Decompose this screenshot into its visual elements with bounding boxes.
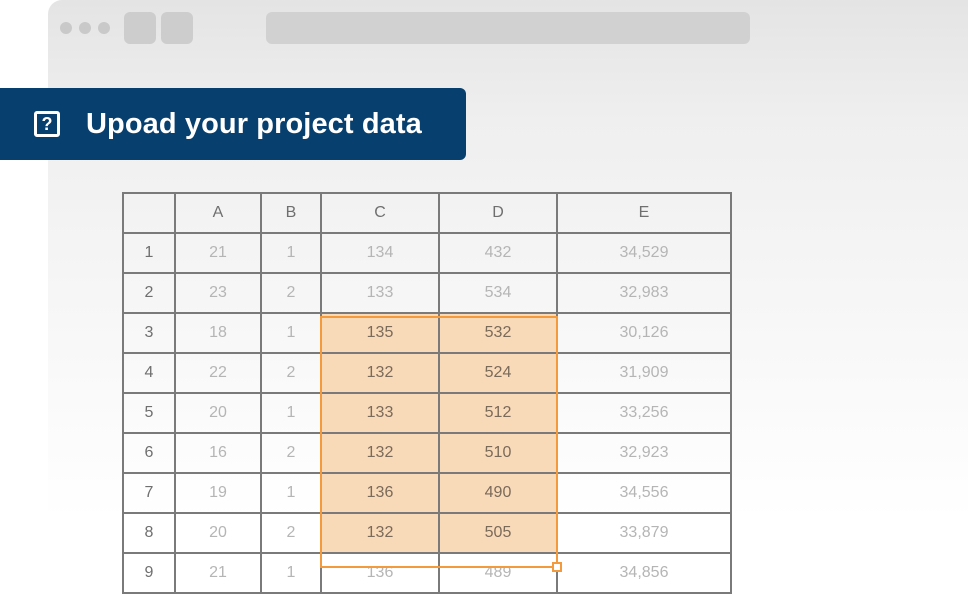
cell[interactable]: 31,909	[556, 352, 732, 394]
table-row: 9 21 1 136 489 34,856	[122, 552, 732, 594]
cell[interactable]: 19	[174, 472, 262, 514]
cell[interactable]: 23	[174, 272, 262, 314]
row-number[interactable]: 8	[122, 512, 176, 554]
window-dot[interactable]	[98, 22, 110, 34]
cell[interactable]: 18	[174, 312, 262, 354]
cell[interactable]: 1	[260, 312, 322, 354]
corner-cell[interactable]	[122, 192, 176, 234]
table-row: 7 19 1 136 490 34,556	[122, 472, 732, 514]
row-number[interactable]: 1	[122, 232, 176, 274]
cell[interactable]: 2	[260, 272, 322, 314]
table-row: 2 23 2 133 534 32,983	[122, 272, 732, 314]
cell[interactable]: 22	[174, 352, 262, 394]
cell[interactable]: 489	[438, 552, 558, 594]
row-number[interactable]: 7	[122, 472, 176, 514]
window-dot[interactable]	[60, 22, 72, 34]
table-row: 4 22 2 132 524 31,909	[122, 352, 732, 394]
cell[interactable]: 1	[260, 232, 322, 274]
table-row: 5 20 1 133 512 33,256	[122, 392, 732, 434]
column-header-b[interactable]: B	[260, 192, 322, 234]
selected-cell[interactable]: 532	[438, 312, 558, 354]
selected-cell[interactable]: 132	[320, 352, 440, 394]
selected-cell[interactable]: 132	[320, 432, 440, 474]
upload-banner: ? Upoad your project data	[0, 88, 466, 160]
row-number[interactable]: 6	[122, 432, 176, 474]
question-mark-icon[interactable]: ?	[34, 111, 60, 137]
cell[interactable]: 133	[320, 272, 440, 314]
column-header-d[interactable]: D	[438, 192, 558, 234]
row-number[interactable]: 2	[122, 272, 176, 314]
selected-cell[interactable]: 135	[320, 312, 440, 354]
table-row: 1 21 1 134 432 34,529	[122, 232, 732, 274]
column-header-c[interactable]: C	[320, 192, 440, 234]
cell[interactable]: 20	[174, 512, 262, 554]
cell[interactable]: 2	[260, 432, 322, 474]
cell[interactable]: 32,983	[556, 272, 732, 314]
selected-cell[interactable]: 133	[320, 392, 440, 434]
selected-cell[interactable]: 136	[320, 472, 440, 514]
cell[interactable]: 16	[174, 432, 262, 474]
cell[interactable]: 34,856	[556, 552, 732, 594]
cell[interactable]: 136	[320, 552, 440, 594]
selected-cell[interactable]: 512	[438, 392, 558, 434]
table-row: 8 20 2 132 505 33,879	[122, 512, 732, 554]
selected-cell[interactable]: 490	[438, 472, 558, 514]
cell[interactable]: 1	[260, 392, 322, 434]
selected-cell[interactable]: 524	[438, 352, 558, 394]
table-row: 3 18 1 135 532 30,126	[122, 312, 732, 354]
cell[interactable]: 30,126	[556, 312, 732, 354]
selected-cell[interactable]: 505	[438, 512, 558, 554]
row-number[interactable]: 3	[122, 312, 176, 354]
cell[interactable]: 534	[438, 272, 558, 314]
cell[interactable]: 21	[174, 232, 262, 274]
column-header-a[interactable]: A	[174, 192, 262, 234]
cell[interactable]: 34,529	[556, 232, 732, 274]
spreadsheet-table: A B C D E 1 21 1 134 432 34,529 2 23 2 1…	[122, 192, 732, 594]
cell[interactable]: 2	[260, 512, 322, 554]
selected-cell[interactable]: 510	[438, 432, 558, 474]
cell[interactable]: 20	[174, 392, 262, 434]
row-number[interactable]: 9	[122, 552, 176, 594]
cell[interactable]: 32,923	[556, 432, 732, 474]
selected-cell[interactable]: 132	[320, 512, 440, 554]
cell[interactable]: 21	[174, 552, 262, 594]
cell[interactable]: 432	[438, 232, 558, 274]
fill-handle[interactable]	[552, 562, 562, 572]
column-header-e[interactable]: E	[556, 192, 732, 234]
column-header-row: A B C D E	[122, 192, 732, 234]
cell[interactable]: 34,556	[556, 472, 732, 514]
table-row: 6 16 2 132 510 32,923	[122, 432, 732, 474]
row-number[interactable]: 4	[122, 352, 176, 394]
row-number[interactable]: 5	[122, 392, 176, 434]
cell[interactable]: 2	[260, 352, 322, 394]
cell[interactable]: 1	[260, 472, 322, 514]
cell[interactable]: 134	[320, 232, 440, 274]
cell[interactable]: 33,256	[556, 392, 732, 434]
toolbar-button[interactable]	[124, 12, 156, 44]
address-bar[interactable]	[266, 12, 750, 44]
cell[interactable]: 1	[260, 552, 322, 594]
banner-title: Upoad your project data	[86, 107, 422, 140]
cell[interactable]: 33,879	[556, 512, 732, 554]
toolbar-button[interactable]	[161, 12, 193, 44]
window-dot[interactable]	[79, 22, 91, 34]
